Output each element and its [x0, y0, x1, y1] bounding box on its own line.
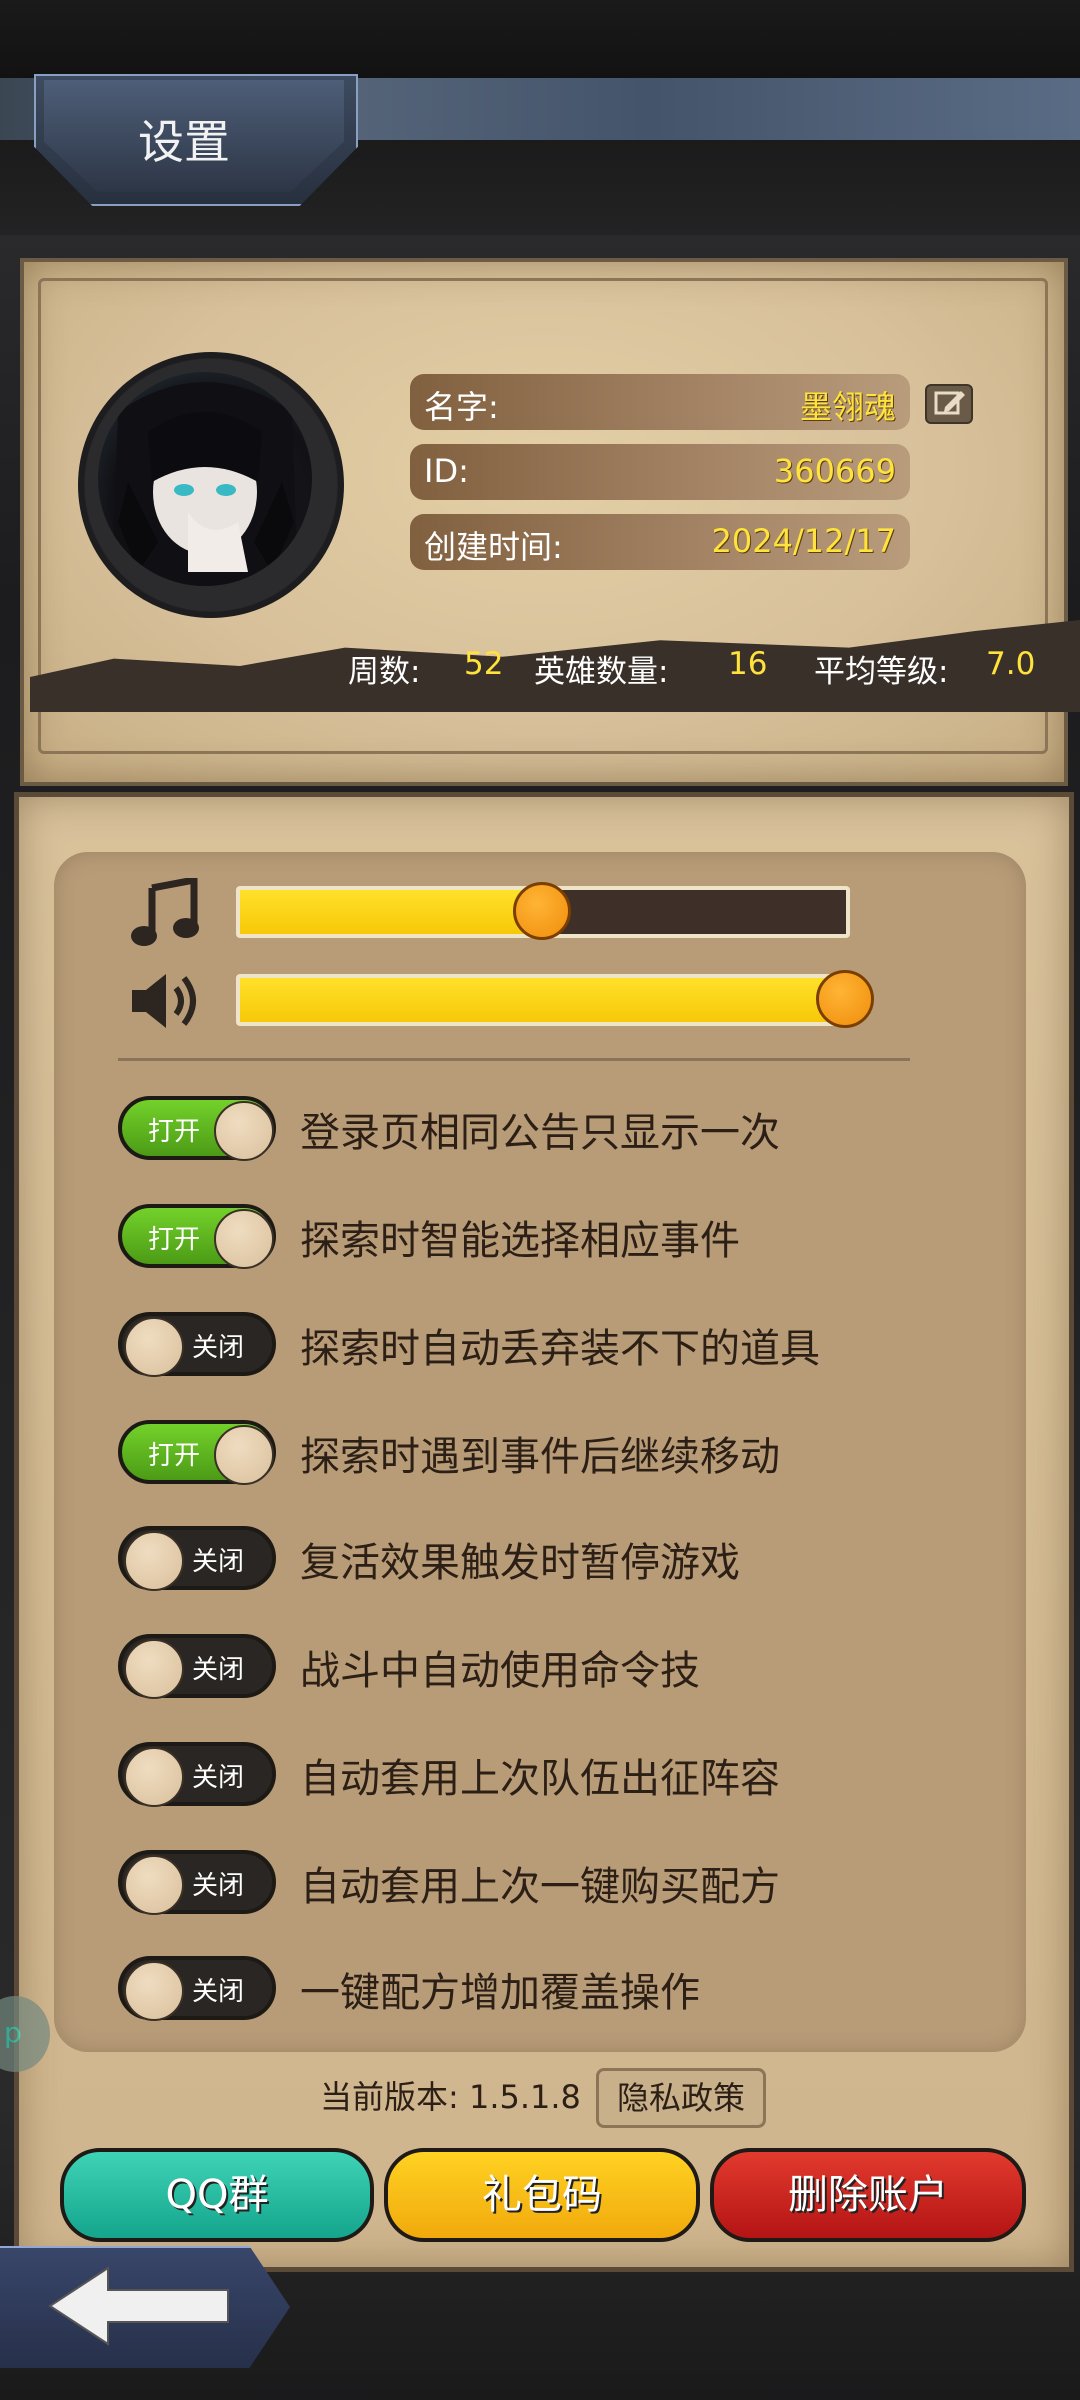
- toggle-state-text: 关闭: [192, 1333, 245, 1363]
- toggle-state-text: 打开: [148, 1225, 201, 1255]
- id-value: 360669: [773, 452, 896, 490]
- music-note-icon: [130, 875, 210, 948]
- heroes-label: 英雄数量:: [534, 654, 669, 690]
- toggle-auto-discard[interactable]: 关闭: [118, 1312, 276, 1377]
- delete-account-button[interactable]: 删除账户: [710, 2148, 1026, 2242]
- version-text: 当前版本: 1.5.1.8: [320, 2078, 581, 2116]
- created-row: 创建时间: 2024/12/17: [410, 514, 910, 570]
- toggle-knob: [214, 1209, 274, 1269]
- toggle-knob: [214, 1101, 274, 1161]
- qq-group-button[interactable]: QQ群: [60, 2148, 374, 2242]
- created-value: 2024/12/17: [711, 522, 896, 560]
- name-label: 名字:: [424, 388, 499, 426]
- divider: [118, 1058, 910, 1061]
- avg-level-value: 7.0: [986, 646, 1036, 682]
- toggle-state-text: 关闭: [192, 1871, 245, 1901]
- option-label-smart-event: 探索时智能选择相应事件: [300, 1218, 740, 1264]
- option-label-continue-move: 探索时遇到事件后继续移动: [300, 1434, 780, 1480]
- sound-volume-slider[interactable]: [236, 974, 850, 1026]
- page-title: 设置: [138, 115, 230, 169]
- toggle-auto-command-skill[interactable]: 关闭: [118, 1634, 276, 1699]
- toggle-auto-team-lineup[interactable]: 关闭: [118, 1742, 276, 1807]
- avg-level-label: 平均等级:: [814, 654, 949, 690]
- toggle-knob: [214, 1425, 274, 1485]
- toggle-knob: [124, 1531, 184, 1591]
- toggle-auto-buy-recipe[interactable]: 关闭: [118, 1850, 276, 1915]
- toggle-knob: [124, 1639, 184, 1699]
- speaker-icon: [128, 966, 208, 1036]
- option-label-auto-command-skill: 战斗中自动使用命令技: [300, 1648, 700, 1694]
- toggle-knob: [124, 1961, 184, 2021]
- toggle-smart-event[interactable]: 打开: [118, 1204, 276, 1269]
- weeks-label: 周数:: [348, 654, 421, 690]
- sound-volume-fill: [240, 978, 846, 1022]
- toggle-state-text: 关闭: [192, 1977, 245, 2007]
- sound-volume-knob[interactable]: [816, 970, 874, 1028]
- option-label-auto-team-lineup: 自动套用上次队伍出征阵容: [300, 1756, 780, 1802]
- toggle-knob: [124, 1317, 184, 1377]
- option-label-recipe-overwrite: 一键配方增加覆盖操作: [300, 1970, 700, 2016]
- music-volume-fill: [240, 890, 543, 934]
- toggle-state-text: 打开: [148, 1117, 201, 1147]
- back-arrow-icon[interactable]: [46, 2264, 236, 2348]
- gift-code-button[interactable]: 礼包码: [384, 2148, 700, 2242]
- heroes-value: 16: [728, 646, 768, 682]
- toggle-knob: [124, 1747, 184, 1807]
- toggle-state-text: 关闭: [192, 1655, 245, 1685]
- music-volume-knob[interactable]: [513, 882, 571, 940]
- created-label: 创建时间:: [424, 528, 563, 566]
- weeks-value: 52: [464, 646, 504, 682]
- privacy-policy-button[interactable]: 隐私政策: [596, 2068, 766, 2128]
- option-label-login-notice: 登录页相同公告只显示一次: [300, 1110, 780, 1156]
- id-row: ID: 360669: [410, 444, 910, 500]
- edit-name-icon[interactable]: [925, 384, 973, 424]
- toggle-state-text: 关闭: [192, 1763, 245, 1793]
- option-label-auto-discard: 探索时自动丢弃装不下的道具: [300, 1326, 820, 1372]
- toggle-knob: [124, 1855, 184, 1915]
- id-label: ID:: [424, 452, 469, 490]
- option-label-auto-buy-recipe: 自动套用上次一键购买配方: [300, 1864, 780, 1910]
- toggle-state-text: 关闭: [192, 1547, 245, 1577]
- toggle-state-text: 打开: [148, 1441, 201, 1471]
- settings-screen: 设置 名字: 墨翎魂 ID: 360669 创建时间: 2024/12/17 周…: [0, 0, 1080, 2400]
- avatar[interactable]: [98, 372, 312, 586]
- name-row: 名字: 墨翎魂: [410, 374, 910, 430]
- toggle-login-notice[interactable]: 打开: [118, 1096, 276, 1161]
- toggle-continue-move[interactable]: 打开: [118, 1420, 276, 1485]
- toggle-recipe-overwrite[interactable]: 关闭: [118, 1956, 276, 2021]
- toggle-revive-pause[interactable]: 关闭: [118, 1526, 276, 1591]
- option-label-revive-pause: 复活效果触发时暂停游戏: [300, 1540, 740, 1586]
- floating-assist-text: p: [4, 2016, 22, 2049]
- name-value: 墨翎魂: [799, 388, 896, 426]
